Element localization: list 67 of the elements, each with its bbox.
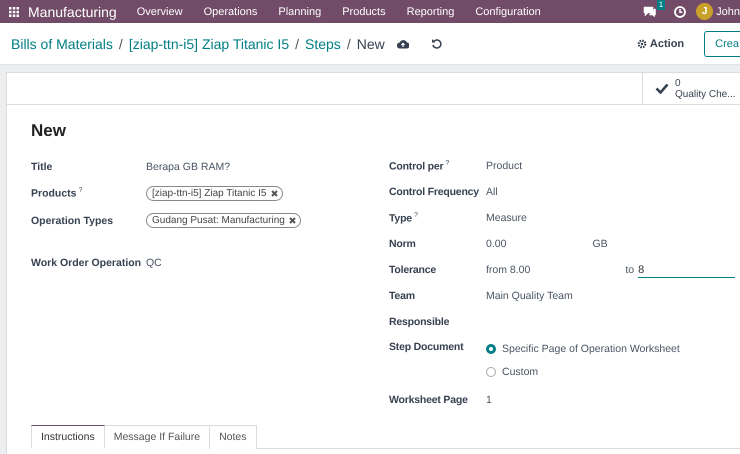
field-value[interactable]: Main Quality Team <box>486 290 573 302</box>
menu-item[interactable]: Products <box>342 6 386 18</box>
menu-item[interactable]: Planning <box>278 6 322 18</box>
field-label: Title <box>31 160 54 172</box>
field-label: Step Document <box>389 341 464 353</box>
breadcrumb-current: New <box>356 36 385 52</box>
menu-item[interactable]: Configuration <box>475 6 541 18</box>
notification-badge: 1 <box>656 0 666 10</box>
cloud-upload-icon[interactable] <box>396 38 409 48</box>
chat-icon[interactable] <box>643 6 656 17</box>
menu-item[interactable]: Reporting <box>406 6 454 18</box>
tab[interactable]: Instructions <box>31 425 105 449</box>
breadcrumb-link[interactable]: Steps <box>305 36 341 52</box>
field-label: Products $^{?}$ <box>31 187 84 200</box>
remove-icon[interactable] <box>270 190 278 197</box>
field-value[interactable]: Berapa GB RAM? <box>146 160 230 172</box>
menu-item[interactable]: Operations <box>204 6 258 18</box>
field-label: Work Order Operation <box>31 256 142 268</box>
field-value[interactable]: Product <box>486 160 522 172</box>
menu-item[interactable]: Overview <box>136 6 183 18</box>
form-heading: New <box>31 121 67 141</box>
breadcrumb-link[interactable]: [ziap-ttn-i5] Ziap Titanic I5 <box>128 36 290 52</box>
field-label: Control per $^{?}$ <box>389 160 450 172</box>
input-field[interactable]: 8 <box>638 262 736 278</box>
action-button[interactable]: Action <box>636 38 684 50</box>
field-value[interactable]: 0.00 <box>486 238 506 250</box>
tag-chip[interactable]: Gudang Pusat: Manufacturing <box>146 213 301 228</box>
gear-icon <box>636 38 647 48</box>
breadcrumb-link[interactable]: Bills of Materials <box>11 36 113 52</box>
field-label: Operation Types <box>31 214 114 226</box>
radio-button[interactable] <box>486 366 496 376</box>
field-value[interactable]: 1 <box>486 394 492 406</box>
unit-label: GB <box>592 238 608 250</box>
breadcrumb-separator: / <box>118 36 123 52</box>
remove-icon[interactable] <box>288 217 296 224</box>
field-label: Team <box>389 290 416 302</box>
field-label: Responsible <box>389 316 450 328</box>
tag-label: Gudang Pusat: Manufacturing <box>152 215 285 226</box>
tag-label: [ziap-ttn-i5] Ziap Titanic I5 <box>152 188 266 199</box>
apps-menu-icon[interactable] <box>9 6 19 16</box>
tag-chip[interactable]: [ziap-ttn-i5] Ziap Titanic I5 <box>146 186 282 201</box>
user-name[interactable]: John <box>716 6 740 18</box>
field-label: Type $^{?}$ <box>389 212 419 224</box>
quality-checks-button[interactable]: 0 Quality Che... <box>642 73 740 104</box>
field-value[interactable]: from 8.00 <box>486 264 530 276</box>
app-name[interactable]: Manufacturing <box>28 4 117 20</box>
field-value[interactable]: QC <box>146 256 162 268</box>
radio-label[interactable]: Specific Page of Operation Worksheet <box>502 342 680 354</box>
tab[interactable]: Message If Failure <box>104 425 210 449</box>
breadcrumb-separator: / <box>295 36 299 52</box>
field-label: to <box>625 264 634 276</box>
field-label: Control Frequency <box>389 186 480 198</box>
check-icon <box>655 83 669 94</box>
stat-count: 0 <box>675 78 682 88</box>
tab[interactable]: Notes <box>210 425 257 449</box>
field-value[interactable]: Measure <box>486 212 527 224</box>
radio-button[interactable] <box>486 344 496 354</box>
breadcrumb-separator: / <box>346 36 351 52</box>
field-label: Worksheet Page <box>389 394 469 406</box>
radio-label[interactable]: Custom <box>502 366 538 378</box>
field-label: Tolerance <box>389 264 438 276</box>
field-label: Norm <box>389 238 417 250</box>
create-button[interactable]: Crea <box>704 30 740 56</box>
field-value[interactable]: All <box>486 186 498 198</box>
stat-label: Quality Che... <box>675 88 736 100</box>
clock-icon[interactable] <box>674 6 686 18</box>
undo-icon[interactable] <box>430 38 442 49</box>
